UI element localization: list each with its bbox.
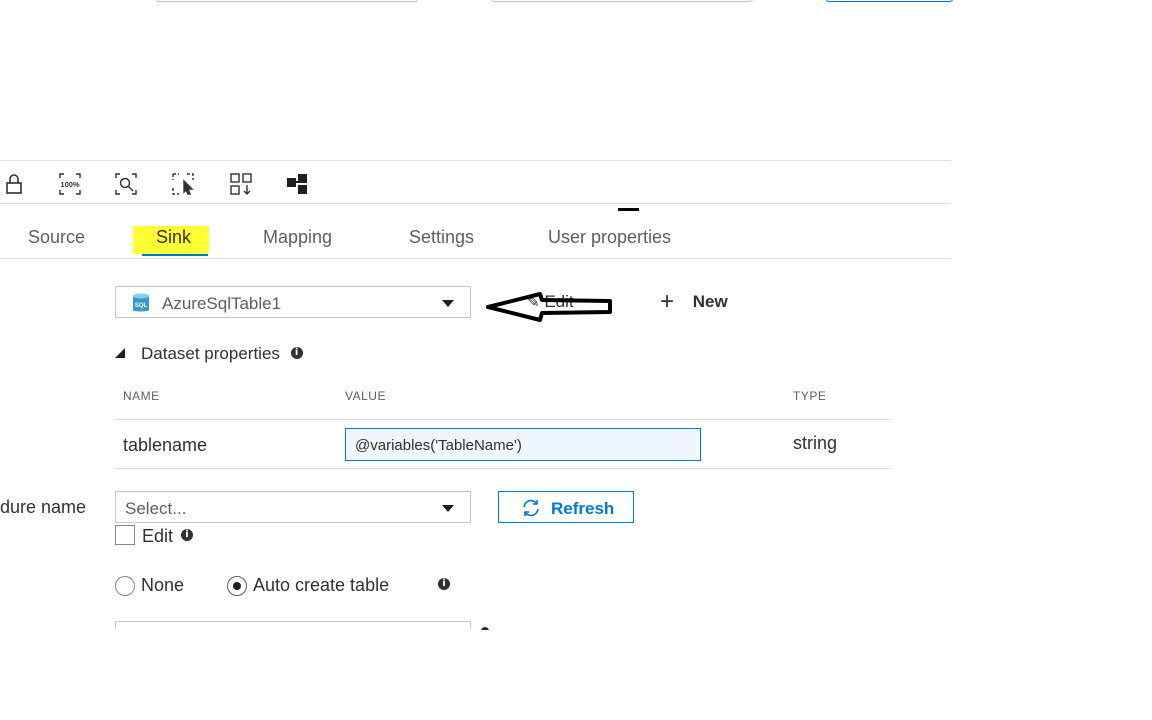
refresh-label: Refresh (551, 499, 615, 518)
active-tab-indicator (142, 254, 208, 256)
column-header-value: VALUE (345, 389, 386, 403)
toolbar-divider-top (0, 160, 951, 161)
clipped-field[interactable] (115, 621, 471, 629)
radio-auto-create-table[interactable] (227, 576, 247, 596)
tab-settings[interactable]: Settings (409, 227, 474, 248)
chevron-down-icon (442, 505, 454, 512)
param-name: tablename (123, 435, 208, 455)
tab-mapping[interactable]: Mapping (263, 227, 332, 248)
tabs-divider (0, 258, 951, 259)
sink-dataset-value: AzureSqlTable1 (162, 294, 282, 313)
info-icon[interactable]: i (181, 529, 193, 541)
sql-database-icon: SQL (132, 293, 150, 313)
zoom-100-label: 100% (60, 180, 80, 189)
new-dataset-button[interactable]: + New (660, 287, 728, 315)
lock-icon[interactable] (2, 172, 26, 196)
toolbar-divider-bottom (0, 203, 951, 204)
auto-align-icon[interactable] (229, 172, 253, 196)
param-type: string (793, 433, 838, 453)
tab-sink[interactable]: Sink (156, 227, 191, 248)
dataset-properties-toggle[interactable]: Dataset properties i (115, 344, 303, 364)
annotation-arrow (486, 292, 612, 322)
collapse-triangle-icon (115, 347, 125, 358)
column-header-type: TYPE (793, 389, 827, 403)
select-icon[interactable] (171, 172, 195, 196)
radio-none-label: None (141, 575, 185, 595)
top-field-3[interactable] (826, 0, 953, 2)
radio-none[interactable] (115, 576, 135, 596)
sink-dataset-dropdown[interactable]: SQL AzureSqlTable1 (115, 286, 471, 318)
procedure-name-label: dure name (0, 497, 87, 517)
top-field-1[interactable] (156, 0, 418, 2)
refresh-icon (523, 499, 539, 517)
chevron-down-icon (442, 300, 454, 307)
procedure-name-dropdown[interactable]: Select... (115, 491, 471, 523)
zoom-100-icon[interactable]: 100% (58, 172, 82, 196)
param-value-input[interactable]: @variables('TableName') (345, 428, 701, 461)
radio-auto-create-label: Auto create table (253, 575, 390, 595)
plus-icon: + (660, 287, 675, 315)
info-icon[interactable]: i (438, 578, 450, 590)
column-header-name: NAME (123, 389, 160, 403)
resize-handle[interactable] (618, 208, 639, 211)
sql-icon-label: SQL (135, 303, 148, 309)
new-dataset-label: New (692, 292, 728, 311)
layout-icon[interactable] (285, 172, 309, 196)
table-row-divider (115, 468, 891, 469)
top-field-2[interactable] (491, 0, 753, 2)
dataset-properties-label: Dataset properties (141, 344, 280, 363)
tab-user-properties[interactable]: User properties (548, 227, 671, 248)
viewport-bottom-mask (0, 630, 1152, 720)
param-value-text: @variables('TableName') (355, 437, 522, 454)
procedure-name-placeholder: Select... (125, 499, 187, 518)
tab-source[interactable]: Source (28, 227, 85, 248)
edit-checkbox[interactable] (115, 525, 135, 545)
edit-checkbox-label: Edit (142, 526, 174, 546)
zoom-fit-icon[interactable] (114, 172, 138, 196)
info-icon[interactable]: i (290, 346, 303, 359)
table-row: tablename @variables('TableName') string (115, 420, 891, 468)
refresh-button[interactable]: Refresh (498, 491, 634, 523)
